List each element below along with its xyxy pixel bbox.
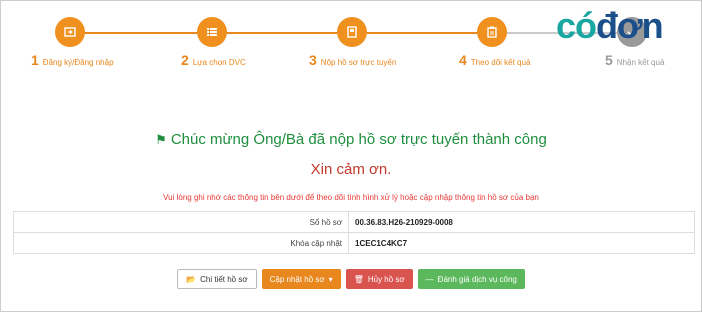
list-icon (207, 28, 217, 36)
logo-part-1: có (556, 5, 597, 46)
step-1-label: 1 Đăng ký/Đăng nhập (31, 52, 114, 68)
detail-button[interactable]: 📂 Chi tiết hồ sơ (177, 269, 257, 289)
step-1-number: 1 (31, 52, 39, 68)
rate-service-button[interactable]: — Đánh giá dịch vụ công (417, 269, 525, 289)
step-3-number: 3 (309, 52, 317, 68)
update-key-value: 1CEC1C4KC7 (348, 232, 695, 254)
update-button[interactable]: Cập nhật hồ sơ ▾ (261, 269, 341, 289)
cancel-button[interactable]: 🗑 Hủy hồ sơ (345, 269, 413, 289)
clipboard-icon (487, 26, 497, 38)
file-number-label: Số hồ sơ (13, 211, 349, 233)
caret-down-icon: ▾ (328, 274, 333, 284)
success-text: Chúc mừng Ông/Bà đã nộp hồ sơ trực tuyến… (170, 131, 547, 148)
step-4-text: Theo dõi kết quả (470, 58, 531, 67)
step-2-label: 2 Lựa chọn DVC (181, 52, 246, 68)
codon-logo: cóđơn (556, 5, 664, 46)
table-row: Số hồ sơ 00.36.83.H26-210929-0008 (13, 211, 695, 233)
step-3-text: Nộp hồ sơ trực tuyến (320, 58, 397, 67)
step-4-circle[interactable] (477, 17, 507, 47)
step-2-text: Lựa chọn DVC (192, 58, 246, 67)
step-4-label: 4 Theo dõi kết quả (459, 52, 530, 68)
logo-part-2: đơn (596, 5, 664, 46)
step-4-number: 4 (459, 52, 467, 68)
file-upload-icon (347, 26, 357, 38)
cancel-button-label: Hủy hồ sơ (367, 274, 405, 284)
step-5-label: 5 Nhận kết quả (605, 52, 664, 68)
thanks-message: Xin cảm ơn. (310, 161, 392, 178)
minus-icon: — (425, 274, 434, 284)
step-1-circle[interactable] (55, 17, 85, 47)
step-1-text: Đăng ký/Đăng nhập (42, 58, 114, 67)
login-icon (64, 27, 76, 37)
update-button-label: Cập nhật hồ sơ (269, 274, 325, 284)
instruction-note: Vui lòng ghi nhớ các thông tin bên dưới … (163, 193, 539, 202)
step-3-label: 3 Nộp hồ sơ trực tuyến (309, 52, 396, 68)
trash-icon: 🗑 (353, 274, 364, 284)
submission-info-table: Số hồ sơ 00.36.83.H26-210929-0008 Khóa c… (13, 211, 695, 254)
step-5-number: 5 (605, 52, 613, 68)
rate-button-label: Đánh giá dịch vụ công (437, 274, 517, 284)
detail-button-label: Chi tiết hồ sơ (200, 274, 248, 284)
progress-track (70, 32, 490, 34)
step-2-number: 2 (181, 52, 189, 68)
file-number-value: 00.36.83.H26-210929-0008 (348, 211, 695, 233)
table-row: Khóa cập nhật 1CEC1C4KC7 (13, 232, 695, 254)
step-3-circle[interactable] (337, 17, 367, 47)
bullhorn-icon: ⚑ (155, 132, 167, 147)
step-2-circle[interactable] (197, 17, 227, 47)
action-bar: 📂 Chi tiết hồ sơ Cập nhật hồ sơ ▾ 🗑 Hủy … (0, 269, 702, 289)
step-5-text: Nhận kết quả (616, 58, 665, 67)
success-message: ⚑ Chúc mừng Ông/Bà đã nộp hồ sơ trực tuyế… (0, 131, 702, 148)
folder-icon: 📂 (186, 274, 197, 284)
update-key-label: Khóa cập nhật (13, 232, 349, 254)
